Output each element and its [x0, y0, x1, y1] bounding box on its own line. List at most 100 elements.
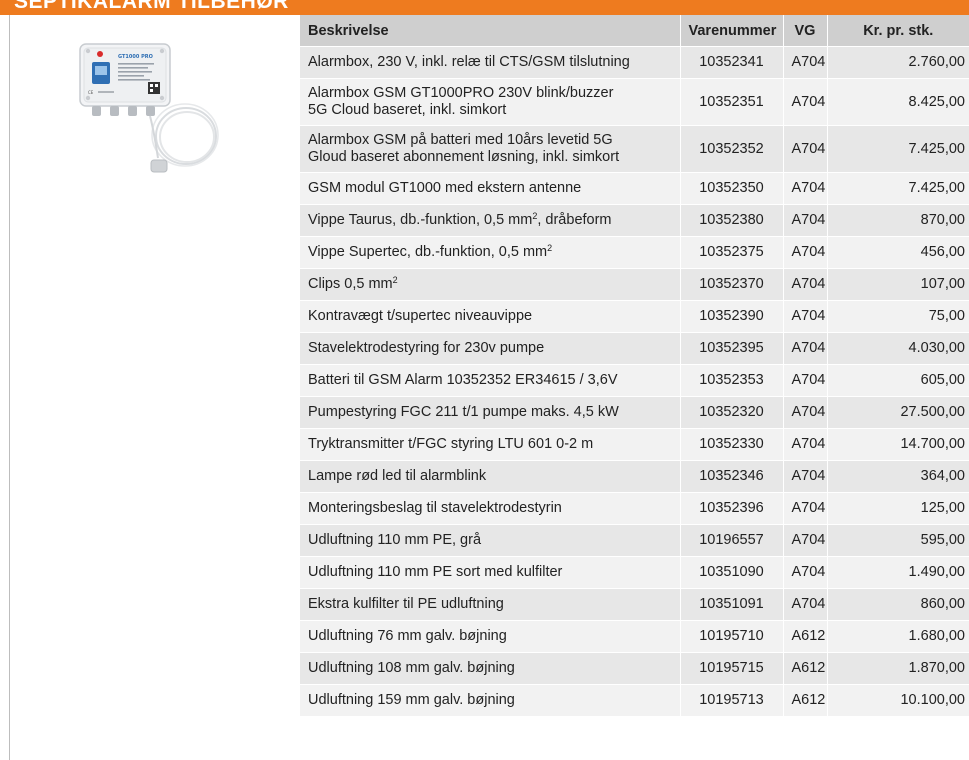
- svg-text:GT1000 PRO: GT1000 PRO: [118, 54, 153, 60]
- table-row: Lampe rød led til alarmblink 10352346 A7…: [300, 460, 969, 493]
- table-row: GSM modul GT1000 med ekstern antenne 103…: [300, 172, 969, 205]
- row-item-number: 10352390: [680, 300, 784, 333]
- row-vg: A612: [783, 652, 828, 685]
- row-price: 1.490,00: [827, 556, 969, 589]
- row-price: 1.680,00: [827, 620, 969, 653]
- row-description: Udluftning 159 mm galv. bøjning: [300, 684, 681, 717]
- row-item-number: 10351090: [680, 556, 784, 589]
- row-vg: A704: [783, 300, 828, 333]
- alarm-box-product-image: GT1000 PRO CE: [79, 43, 219, 173]
- table-row: Udluftning 159 mm galv. bøjning 10195713…: [300, 684, 969, 717]
- table-row: Vippe Supertec, db.-funktion, 0,5 mm2 10…: [300, 236, 969, 269]
- row-item-number: 10352395: [680, 332, 784, 365]
- row-price: 595,00: [827, 524, 969, 557]
- row-vg: A612: [783, 684, 828, 717]
- column-header-item-number: Varenummer: [680, 15, 784, 47]
- row-price: 7.425,00: [827, 172, 969, 205]
- row-description: Batteri til GSM Alarm 10352352 ER34615 /…: [300, 364, 681, 397]
- table-row: Udluftning 76 mm galv. bøjning 10195710 …: [300, 620, 969, 653]
- row-vg: A704: [783, 460, 828, 493]
- row-vg: A704: [783, 125, 828, 173]
- row-vg: A704: [783, 364, 828, 397]
- row-vg: A704: [783, 78, 828, 126]
- row-price: 7.425,00: [827, 125, 969, 173]
- row-vg: A704: [783, 428, 828, 461]
- row-price: 456,00: [827, 236, 969, 269]
- row-description-tail: , dråbeform: [537, 212, 612, 228]
- row-vg: A704: [783, 204, 828, 237]
- table-row: Udluftning 110 mm PE, grå 10196557 A704 …: [300, 524, 969, 557]
- row-vg: A704: [783, 588, 828, 621]
- row-vg: A704: [783, 524, 828, 557]
- row-item-number: 10352370: [680, 268, 784, 301]
- row-vg: A704: [783, 46, 828, 79]
- row-vg: A612: [783, 620, 828, 653]
- row-description: Alarmbox GSM GT1000PRO 230V blink/buzzer…: [300, 78, 681, 126]
- column-header-description: Beskrivelse: [300, 15, 681, 47]
- row-description: Udluftning 108 mm galv. bøjning: [300, 652, 681, 685]
- price-table: Beskrivelse Varenummer VG Kr. pr. stk. A…: [300, 15, 969, 717]
- table-header-row: Beskrivelse Varenummer VG Kr. pr. stk.: [300, 15, 969, 47]
- table-row: Udluftning 108 mm galv. bøjning 10195715…: [300, 652, 969, 685]
- superscript: 2: [392, 275, 398, 285]
- table-row: Tryktransmitter t/FGC styring LTU 601 0-…: [300, 428, 969, 461]
- row-description: Udluftning 110 mm PE sort med kulfilter: [300, 556, 681, 589]
- row-item-number: 10195713: [680, 684, 784, 717]
- row-description: Vippe Taurus, db.-funktion, 0,5 mm2, drå…: [300, 204, 681, 237]
- row-price: 2.760,00: [827, 46, 969, 79]
- row-price: 605,00: [827, 364, 969, 397]
- table-row: Clips 0,5 mm2 10352370 A704 107,00: [300, 268, 969, 301]
- table-row: Stavelektrodestyring for 230v pumpe 1035…: [300, 332, 969, 365]
- row-price: 8.425,00: [827, 78, 969, 126]
- table-row: Vippe Taurus, db.-funktion, 0,5 mm2, drå…: [300, 204, 969, 237]
- row-vg: A704: [783, 492, 828, 525]
- table-row: Ekstra kulfilter til PE udluftning 10351…: [300, 588, 969, 621]
- row-item-number: 10195710: [680, 620, 784, 653]
- row-description: Stavelektrodestyring for 230v pumpe: [300, 332, 681, 365]
- row-description: Alarmbox GSM på batteri med 10års leveti…: [300, 125, 681, 173]
- table-row: Pumpestyring FGC 211 t/1 pumpe maks. 4,5…: [300, 396, 969, 429]
- row-item-number: 10352341: [680, 46, 784, 79]
- row-description-line-1: Alarmbox GSM på batteri med 10års leveti…: [308, 132, 613, 148]
- row-item-number: 10352346: [680, 460, 784, 493]
- row-price: 870,00: [827, 204, 969, 237]
- row-price: 125,00: [827, 492, 969, 525]
- row-vg: A704: [783, 332, 828, 365]
- row-description: Ekstra kulfilter til PE udluftning: [300, 588, 681, 621]
- row-description: Clips 0,5 mm2: [300, 268, 681, 301]
- row-description-line-1: Alarmbox GSM GT1000PRO 230V blink/buzzer: [308, 85, 614, 101]
- row-item-number: 10352396: [680, 492, 784, 525]
- section-header-banner: SEPTIKALARM TILBEHØR: [0, 0, 969, 15]
- row-vg: A704: [783, 396, 828, 429]
- left-divider: [9, 15, 10, 760]
- row-description: Alarmbox, 230 V, inkl. relæ til CTS/GSM …: [300, 46, 681, 79]
- table-row: Kontravægt t/supertec niveauvippe 103523…: [300, 300, 969, 333]
- row-description: Udluftning 110 mm PE, grå: [300, 524, 681, 557]
- row-description-line-2: Gloud baseret abonnement løsning, inkl. …: [308, 149, 620, 165]
- row-description: Tryktransmitter t/FGC styring LTU 601 0-…: [300, 428, 681, 461]
- column-header-price: Kr. pr. stk.: [827, 15, 969, 47]
- table-row: Alarmbox, 230 V, inkl. relæ til CTS/GSM …: [300, 46, 969, 79]
- table-row: Alarmbox GSM på batteri med 10års leveti…: [300, 125, 969, 173]
- column-header-vg: VG: [783, 15, 828, 47]
- table-row: Monteringsbeslag til stavelektrodestyrin…: [300, 492, 969, 525]
- row-price: 14.700,00: [827, 428, 969, 461]
- row-description-text: Vippe Taurus, db.-funktion, 0,5 mm: [308, 212, 533, 228]
- table-row: Batteri til GSM Alarm 10352352 ER34615 /…: [300, 364, 969, 397]
- row-item-number: 10195715: [680, 652, 784, 685]
- row-price: 860,00: [827, 588, 969, 621]
- row-vg: A704: [783, 268, 828, 301]
- row-description-text: Clips 0,5 mm: [308, 276, 393, 292]
- row-price: 364,00: [827, 460, 969, 493]
- row-item-number: 10351091: [680, 588, 784, 621]
- row-description-line-2: 5G Cloud baseret, inkl. simkort: [308, 102, 507, 118]
- row-price: 107,00: [827, 268, 969, 301]
- row-description: Pumpestyring FGC 211 t/1 pumpe maks. 4,5…: [300, 396, 681, 429]
- row-item-number: 10352380: [680, 204, 784, 237]
- superscript: 2: [547, 243, 553, 253]
- row-description: Monteringsbeslag til stavelektrodestyrin: [300, 492, 681, 525]
- svg-text:CE: CE: [88, 90, 94, 95]
- row-vg: A704: [783, 236, 828, 269]
- row-description: GSM modul GT1000 med ekstern antenne: [300, 172, 681, 205]
- table-row: Alarmbox GSM GT1000PRO 230V blink/buzzer…: [300, 78, 969, 126]
